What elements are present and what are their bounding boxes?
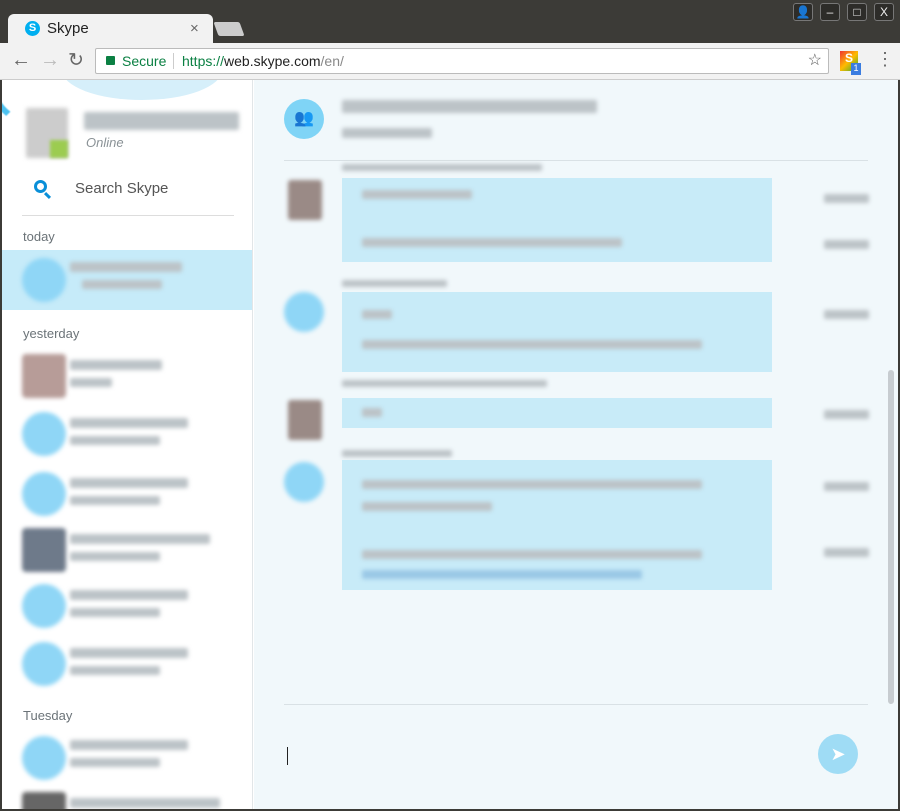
reload-icon[interactable]: ↻ bbox=[68, 49, 84, 72]
tab-close-icon[interactable]: × bbox=[190, 20, 199, 37]
maximize-button[interactable]: □ bbox=[847, 3, 867, 21]
address-bar[interactable]: Secure https://web.skype.com/en/ ☆ bbox=[95, 48, 829, 74]
lock-icon bbox=[106, 56, 115, 65]
secure-label: Secure bbox=[122, 53, 167, 69]
group-icon[interactable]: 👥 bbox=[284, 99, 324, 139]
section-today: today bbox=[23, 229, 55, 244]
conversation-item[interactable] bbox=[2, 636, 252, 692]
section-yesterday: yesterday bbox=[23, 326, 80, 341]
minimize-button[interactable]: – bbox=[820, 3, 840, 21]
conversation-item[interactable] bbox=[2, 466, 252, 522]
skype-icon: S bbox=[25, 21, 40, 36]
user-name[interactable] bbox=[84, 112, 239, 130]
profile-button[interactable]: 👤 bbox=[793, 3, 813, 21]
sidebar: Online Search Skype today yesterday Tues… bbox=[2, 80, 253, 809]
message-input[interactable] bbox=[284, 720, 804, 790]
new-tab-button[interactable] bbox=[213, 22, 245, 36]
url: https://web.skype.com/en/ bbox=[182, 53, 344, 69]
tab-skype[interactable]: S Skype × bbox=[8, 14, 213, 44]
message-bubble[interactable] bbox=[342, 178, 772, 262]
back-icon[interactable]: ← bbox=[11, 49, 31, 72]
section-tuesday: Tuesday bbox=[23, 708, 73, 723]
forward-icon[interactable]: → bbox=[40, 49, 60, 72]
send-icon: ➤ bbox=[830, 744, 846, 764]
chat-pane: 👥 ➤ bbox=[254, 80, 898, 809]
conversation-item[interactable] bbox=[2, 522, 252, 578]
conversation-item[interactable] bbox=[2, 250, 252, 310]
chat-title[interactable] bbox=[342, 100, 597, 113]
conversation-item[interactable] bbox=[2, 406, 252, 462]
status-text[interactable]: Online bbox=[86, 135, 124, 150]
scrollbar[interactable] bbox=[888, 370, 894, 704]
search-placeholder: Search Skype bbox=[75, 180, 169, 197]
search-skype[interactable]: Search Skype bbox=[22, 174, 234, 216]
conversation-item[interactable] bbox=[2, 730, 252, 786]
message-bubble[interactable] bbox=[342, 398, 772, 428]
tab-title: Skype bbox=[47, 20, 89, 37]
conversation-item[interactable] bbox=[2, 348, 252, 404]
close-window-button[interactable]: X bbox=[874, 3, 894, 21]
conversation-item[interactable] bbox=[2, 786, 252, 809]
message-bubble[interactable] bbox=[342, 460, 772, 590]
conversation-item[interactable] bbox=[2, 578, 252, 634]
extension-badge: 1 bbox=[851, 63, 861, 75]
menu-icon[interactable]: ⋮ bbox=[876, 49, 894, 70]
bookmark-star-icon[interactable]: ☆ bbox=[808, 49, 822, 73]
message-bubble[interactable] bbox=[342, 292, 772, 372]
send-button[interactable]: ➤ bbox=[818, 734, 858, 774]
